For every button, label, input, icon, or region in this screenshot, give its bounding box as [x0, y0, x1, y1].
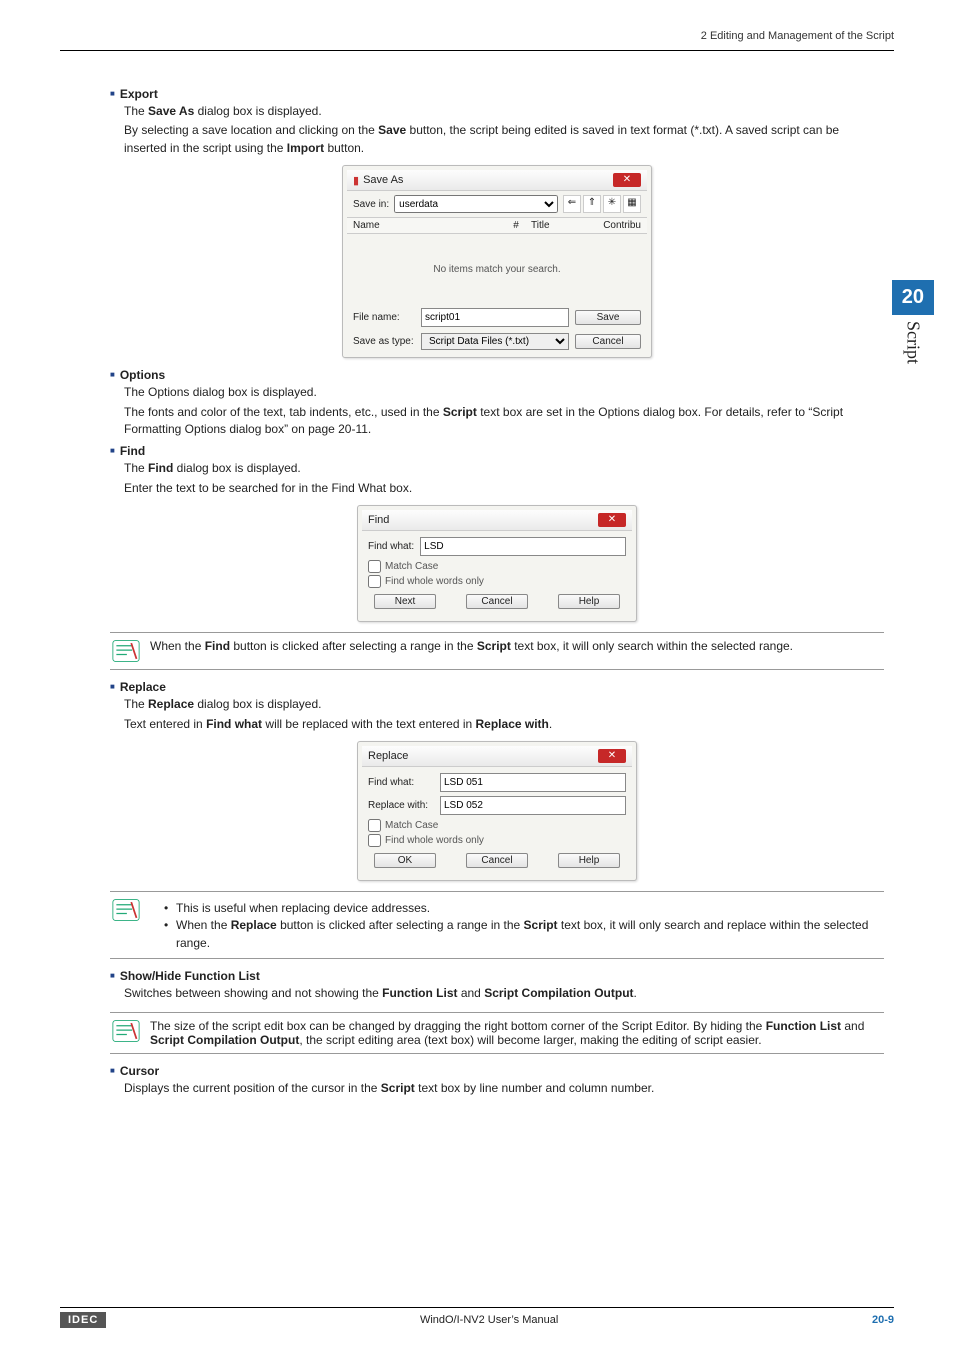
dialog-title: Replace: [368, 750, 408, 762]
note-text: The size of the script edit box can be c…: [150, 1019, 882, 1047]
replace-p1: The Replace dialog box is displayed.: [124, 696, 884, 713]
save-as-dialog: ▮ Save As ✕ Save in: userdata ⇐ ⇑ ✳ ▦ Name…: [342, 165, 652, 358]
close-icon[interactable]: ✕: [598, 513, 626, 527]
bullet-icon: ■: [110, 446, 115, 455]
bullet-icon: ■: [110, 89, 115, 98]
ok-button[interactable]: OK: [374, 853, 436, 868]
bullet-icon: ■: [110, 971, 115, 980]
note-text: When the Find button is clicked after se…: [150, 639, 793, 663]
dialog-title: Find: [368, 514, 389, 526]
help-button[interactable]: Help: [558, 853, 620, 868]
save-type-select[interactable]: Script Data Files (*.txt): [421, 333, 569, 350]
bullet-icon: ■: [110, 370, 115, 379]
empty-message: No items match your search.: [347, 234, 647, 305]
note-find: When the Find button is clicked after se…: [110, 632, 884, 670]
footer-title: WindO/I-NV2 User’s Manual: [106, 1314, 872, 1326]
whole-words-checkbox[interactable]: [368, 834, 381, 847]
view-menu-icon[interactable]: ▦: [623, 195, 641, 213]
save-type-label: Save as type:: [353, 336, 415, 347]
bullet-icon: ■: [110, 1066, 115, 1075]
whole-words-label: Find whole words only: [385, 576, 484, 587]
replace-dialog: Replace ✕ Find what: Replace with: Match …: [357, 741, 637, 881]
bullet-icon: ■: [110, 682, 115, 691]
options-p2: The fonts and color of the text, tab ind…: [124, 404, 884, 439]
help-button[interactable]: Help: [558, 594, 620, 609]
section-title-options: Options: [120, 368, 165, 382]
find-p2: Enter the text to be searched for in the…: [124, 480, 884, 497]
dialog-title: Save As: [363, 174, 403, 186]
cancel-button[interactable]: Cancel: [466, 594, 528, 609]
replace-p2: Text entered in Find what will be replac…: [124, 716, 884, 733]
close-icon[interactable]: ✕: [598, 749, 626, 763]
column-headers: Name # Title Contribu: [347, 217, 647, 234]
find-what-label: Find what:: [368, 541, 414, 552]
save-button[interactable]: Save: [575, 310, 641, 325]
cursor-p: Displays the current position of the cur…: [124, 1080, 884, 1097]
options-p1: The Options dialog box is displayed.: [124, 384, 884, 401]
replace-with-label: Replace with:: [368, 800, 434, 811]
header-breadcrumb: 2 Editing and Management of the Script: [60, 30, 894, 44]
note-replace: This is useful when replacing device add…: [110, 891, 884, 959]
note-text: This is useful when replacing device add…: [150, 898, 882, 952]
find-dialog: Find ✕ Find what: Match Case Find whole w…: [357, 505, 637, 622]
replace-with-input[interactable]: [440, 796, 626, 815]
note-item: This is useful when replacing device add…: [164, 900, 882, 917]
idec-logo: IDEC: [60, 1312, 106, 1328]
note-item: When the Replace button is clicked after…: [164, 917, 882, 952]
note-icon: [112, 639, 140, 663]
new-folder-icon[interactable]: ✳: [603, 195, 621, 213]
match-case-label: Match Case: [385, 561, 438, 572]
section-title-export: Export: [120, 87, 158, 101]
whole-words-checkbox[interactable]: [368, 575, 381, 588]
footer: IDEC WindO/I-NV2 User’s Manual 20-9: [60, 1307, 894, 1328]
find-what-input[interactable]: [440, 773, 626, 792]
match-case-checkbox[interactable]: [368, 819, 381, 832]
export-p1: The Save As dialog box is displayed.: [124, 103, 884, 120]
next-button[interactable]: Next: [374, 594, 436, 609]
cancel-button[interactable]: Cancel: [466, 853, 528, 868]
app-icon: ▮: [353, 174, 359, 187]
find-what-label: Find what:: [368, 777, 434, 788]
chapter-tab: 20 Script: [892, 280, 934, 364]
close-icon[interactable]: ✕: [613, 173, 641, 187]
showhide-p: Switches between showing and not showing…: [124, 985, 884, 1002]
match-case-label: Match Case: [385, 820, 438, 831]
cancel-button[interactable]: Cancel: [575, 334, 641, 349]
whole-words-label: Find whole words only: [385, 835, 484, 846]
find-p1: The Find dialog box is displayed.: [124, 460, 884, 477]
section-title-replace: Replace: [120, 680, 166, 694]
save-in-select[interactable]: userdata: [394, 195, 558, 213]
note-showhide: The size of the script edit box can be c…: [110, 1012, 884, 1054]
match-case-checkbox[interactable]: [368, 560, 381, 573]
export-p2: By selecting a save location and clickin…: [124, 122, 884, 157]
chapter-label: Script: [902, 315, 923, 364]
save-in-label: Save in:: [353, 199, 389, 210]
up-icon[interactable]: ⇑: [583, 195, 601, 213]
note-icon: [112, 1019, 140, 1043]
back-icon[interactable]: ⇐: [563, 195, 581, 213]
file-name-label: File name:: [353, 312, 415, 323]
file-name-input[interactable]: [421, 308, 569, 327]
chapter-number: 20: [892, 280, 934, 315]
note-icon: [112, 898, 140, 922]
section-title-find: Find: [120, 444, 145, 458]
page-number: 20-9: [872, 1314, 894, 1326]
find-what-input[interactable]: [420, 537, 626, 556]
section-title-showhide: Show/Hide Function List: [120, 969, 260, 983]
section-title-cursor: Cursor: [120, 1064, 159, 1078]
